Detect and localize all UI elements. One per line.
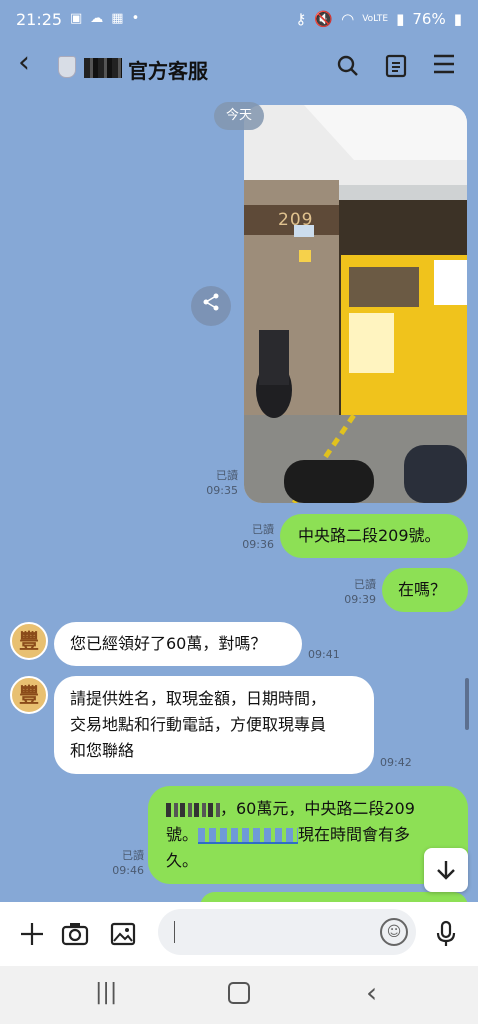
battery-icon: ▮ [453, 10, 462, 28]
read-status: 已讀 [122, 849, 144, 862]
message-bubble-received[interactable]: 請提供姓名，取現金額，日期時間， 交易地點和行動電話，方便取現專員 和您聯絡 [54, 676, 374, 774]
status-bar: 21:25 ▣ ☁ ▦ • ⚷ 🔇 ◠ VoLTE ▮ 76% ▮ [0, 0, 478, 40]
redacted-link[interactable] [198, 827, 299, 844]
message-text-line: 久。 [166, 851, 199, 870]
message-meta: 已讀 09:46 [102, 848, 144, 878]
message-input[interactable]: ☺ [158, 909, 416, 955]
home-icon[interactable] [228, 982, 250, 1004]
search-icon[interactable] [334, 54, 362, 82]
avatar[interactable]: 豐 [10, 622, 48, 660]
scroll-down-button[interactable] [424, 848, 468, 892]
message-bubble-received[interactable]: 您已經領好了60萬，對嗎？ [54, 622, 302, 666]
microphone-icon[interactable] [428, 916, 464, 952]
message-time: 09:39 [344, 593, 376, 606]
wifi-icon: ◠ [341, 10, 355, 28]
door-number: 209 [278, 210, 314, 230]
status-notification-icons: ▣ ☁ ▦ • [70, 11, 139, 26]
message-time: 09:36 [242, 538, 274, 551]
read-status: 已讀 [252, 523, 274, 536]
message-meta: 已讀 09:36 [232, 522, 274, 552]
official-badge-icon [58, 56, 76, 78]
message-time: 09:35 [206, 484, 238, 497]
dot-icon: • [131, 11, 140, 26]
scrollbar[interactable] [465, 678, 469, 730]
share-icon[interactable] [191, 286, 231, 326]
message-text: 中央路二段209號。 [298, 526, 441, 545]
message-text-line: 號。 現在時間會有多 [166, 825, 411, 844]
system-nav-bar: ||| ‹ [0, 966, 478, 1024]
key-icon: ⚷ [295, 10, 307, 28]
message-bubble-sent[interactable]: 在嗎？ [382, 568, 468, 612]
app-icon: ▦ [111, 11, 124, 26]
message-text: 您已經領好了60萬，對嗎？ [70, 634, 267, 653]
recent-apps-icon[interactable]: ||| [95, 980, 117, 1005]
message-bubble-sent[interactable]: ，60萬元，中央路二段209 號。 現在時間會有多 久。 [148, 786, 468, 884]
chat-header: ‹ 官方客服 [0, 40, 478, 96]
message-meta: 已讀 09:39 [334, 577, 376, 607]
message-text-line: 交易地點和行動電話，方便取現專員 [70, 715, 327, 734]
menu-icon[interactable] [430, 54, 458, 82]
chevron-left-icon[interactable]: ‹ [18, 48, 30, 78]
message-text-line: ，60萬元，中央路二段209 [166, 796, 450, 822]
message-meta: 已讀 09:35 [196, 468, 238, 498]
mute-icon: 🔇 [314, 10, 334, 28]
read-status: 已讀 [354, 578, 376, 591]
status-time: 21:25 [16, 10, 63, 29]
plus-icon[interactable] [14, 916, 50, 952]
status-right: ⚷ 🔇 ◠ VoLTE ▮ 76% ▮ [295, 10, 462, 28]
redacted-text [166, 802, 220, 817]
signal-icon: ▮ [396, 10, 405, 28]
message-time: 09:41 [308, 648, 340, 661]
cloud-icon: ☁ [90, 11, 104, 26]
battery-percent: 76% [412, 10, 446, 28]
camera-icon[interactable] [57, 916, 93, 952]
network-label: VoLTE [362, 14, 389, 24]
image-icon[interactable] [105, 916, 141, 952]
avatar[interactable]: 豐 [10, 676, 48, 714]
message-text-line: 請提供姓名，取現金額，日期時間， [70, 689, 327, 708]
message-text: 在嗎？ [398, 580, 447, 599]
back-icon[interactable]: ‹ [366, 976, 377, 1009]
message-text-line: 和您聯絡 [70, 741, 135, 760]
text-caret [174, 921, 175, 943]
message-time: 09:46 [112, 864, 144, 877]
redacted-name [84, 58, 122, 78]
gallery-icon: ▣ [70, 11, 83, 26]
read-status: 已讀 [216, 469, 238, 482]
image-message[interactable]: 209 [244, 105, 467, 503]
chat-title: 官方客服 [128, 59, 208, 83]
emoji-icon[interactable]: ☺ [380, 918, 408, 946]
notes-icon[interactable] [382, 54, 410, 82]
message-bubble-sent[interactable]: 中央路二段209號。 [280, 514, 468, 558]
message-time: 09:42 [380, 756, 412, 769]
date-divider: 今天 [214, 102, 264, 130]
